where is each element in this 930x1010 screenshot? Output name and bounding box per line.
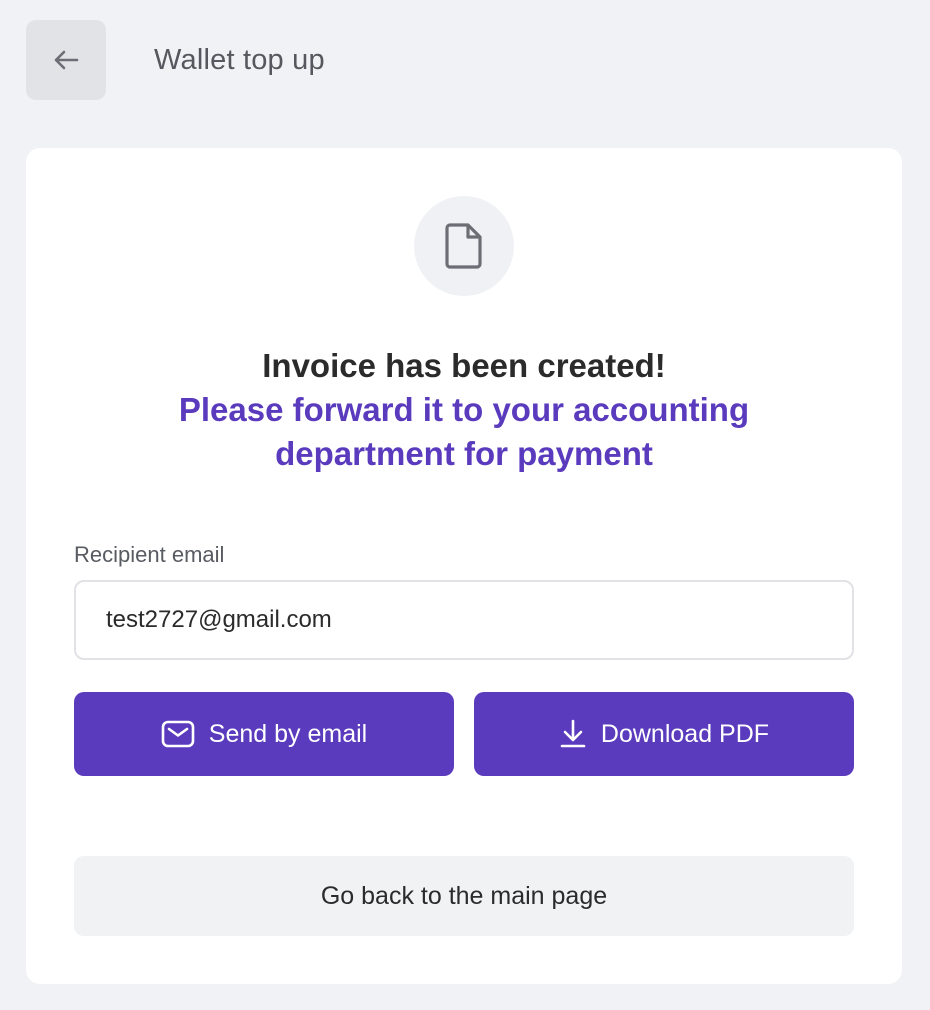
recipient-email-input[interactable]	[74, 580, 854, 660]
download-icon	[559, 719, 587, 749]
recipient-email-label: Recipient email	[74, 542, 225, 567]
invoice-card: Invoice has been created! Please forward…	[26, 148, 902, 984]
go-back-main-button[interactable]: Go back to the main page	[74, 856, 854, 936]
envelope-icon	[161, 720, 195, 748]
document-icon-container	[414, 196, 514, 296]
send-by-email-label: Send by email	[208, 719, 368, 748]
arrow-left-icon	[51, 45, 81, 75]
success-heading: Invoice has been created!	[262, 347, 666, 384]
back-button[interactable]	[26, 20, 106, 100]
page-header: Wallet top up	[26, 20, 325, 100]
download-pdf-button[interactable]: Download PDF	[474, 692, 854, 776]
instruction-text: Please forward it to your accounting dep…	[178, 391, 750, 472]
document-icon	[444, 222, 484, 270]
page-title: Wallet top up	[154, 43, 325, 76]
send-by-email-button[interactable]: Send by email	[74, 692, 454, 776]
download-pdf-label: Download PDF	[600, 719, 770, 748]
